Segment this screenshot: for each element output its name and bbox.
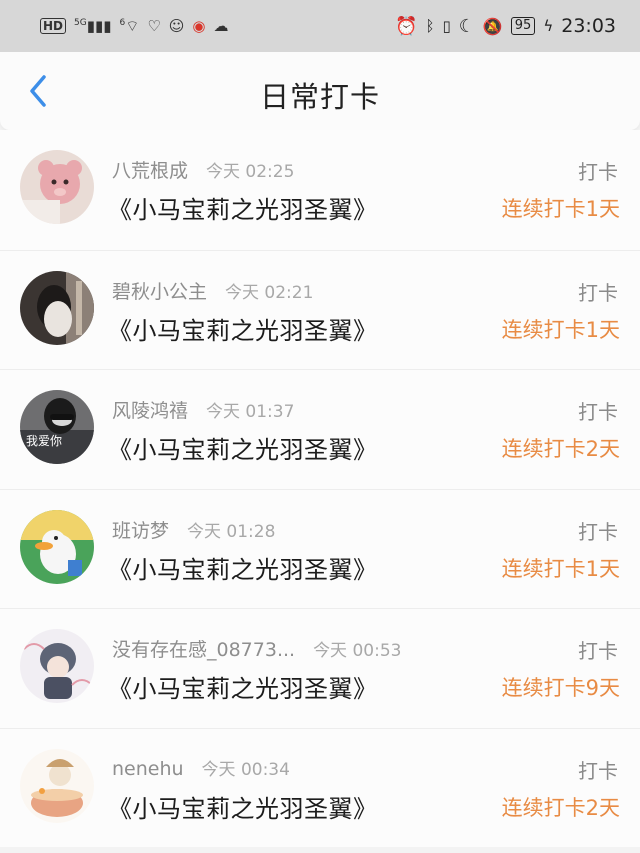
list-item[interactable]: nenehu 今天 00:34 《小马宝莉之光羽圣翼》 打卡 连续打卡2天 (0, 727, 640, 847)
avatar[interactable] (20, 748, 94, 823)
checkin-label: 打卡 (578, 160, 618, 184)
checkin-label: 打卡 (578, 280, 618, 305)
book-title[interactable]: 《小马宝莉之光羽圣翼》 (108, 669, 378, 704)
list-item[interactable]: 我爱你 风陵鸿禧 今天 01:37 《小马宝莉之光羽圣翼》 打卡 连续打卡2天 (0, 369, 640, 489)
book-title[interactable]: 《小马宝莉之光羽圣翼》 (108, 311, 378, 346)
list-item[interactable]: 班访梦 今天 01:28 《小马宝莉之光羽圣翼》 打卡 连续打卡1天 (0, 488, 640, 608)
clock: 23:03 (561, 15, 616, 37)
book-title[interactable]: 《小马宝莉之光羽圣翼》 (108, 430, 378, 465)
streak-label: 连续打卡1天 (501, 556, 620, 581)
avatar-caption: 我爱你 (26, 434, 63, 448)
status-bar: HD 5G▮▮▮ 6⌔ ♡ ☺ ◉ ☁ ⏰ ᛒ ▯ ☾ 🔕 95 ϟ 23:03 (0, 0, 640, 52)
username[interactable]: 没有存在感_08773... (112, 635, 295, 662)
status-right-icons: ⏰ ᛒ ▯ ☾ 🔕 95 ϟ 23:03 (395, 15, 616, 37)
checkin-label: 打卡 (578, 758, 618, 783)
weibo-icon: ◉ (192, 17, 206, 35)
username[interactable]: nenehu (112, 758, 184, 780)
list-item[interactable]: 没有存在感_08773... 今天 00:53 《小马宝莉之光羽圣翼》 打卡 连… (0, 608, 640, 728)
signal-5g-icon: 5G▮▮▮ (74, 17, 112, 35)
avatar[interactable]: 我爱你 (20, 390, 94, 464)
book-title[interactable]: 《小马宝莉之光羽圣翼》 (108, 550, 378, 585)
checkin-label: 打卡 (578, 519, 618, 544)
checkin-label: 打卡 (578, 639, 618, 663)
streak-label: 连续打卡9天 (501, 676, 620, 700)
page-title: 日常打卡 (259, 80, 380, 114)
checkin-time: 今天 02:25 (206, 162, 295, 182)
moon-icon: ☾ (458, 15, 475, 37)
avatar[interactable] (20, 629, 94, 703)
checkin-time: 今天 02:21 (225, 282, 314, 303)
book-title[interactable]: 《小马宝莉之光羽圣翼》 (108, 190, 378, 225)
checkin-time: 今天 00:53 (313, 641, 402, 661)
checkin-time: 今天 00:34 (201, 759, 290, 780)
avatar[interactable] (20, 150, 94, 224)
username[interactable]: 碧秋小公主 (112, 277, 207, 304)
list-item[interactable]: 八荒根成 今天 02:25 《小马宝莉之光羽圣翼》 打卡 连续打卡1天 (0, 130, 640, 250)
streak-label: 连续打卡1天 (501, 317, 620, 342)
streak-label: 连续打卡2天 (501, 795, 620, 820)
battery-indicator: 95 (510, 17, 536, 35)
checkin-time: 今天 01:37 (206, 402, 295, 422)
mute-icon: 🔕 (482, 16, 503, 36)
status-left-icons: HD 5G▮▮▮ 6⌔ ♡ ☺ ◉ ☁ (40, 17, 229, 36)
qq-icon: ☺ (168, 17, 185, 35)
username[interactable]: 八荒根成 (112, 156, 188, 183)
streak-label: 连续打卡2天 (501, 437, 620, 461)
bluetooth-icon: ᛒ (425, 17, 435, 35)
charging-icon: ϟ (543, 17, 554, 35)
header: 日常打卡 (0, 52, 640, 130)
checkin-list: 八荒根成 今天 02:25 《小马宝莉之光羽圣翼》 打卡 连续打卡1天 碧秋小公… (0, 130, 640, 847)
username[interactable]: 风陵鸿禧 (112, 396, 188, 423)
alarm-icon: ⏰ (395, 15, 418, 37)
hd-badge: HD (40, 18, 67, 34)
signal-icon: 6⌔ (119, 16, 140, 35)
checkin-time: 今天 01:28 (187, 521, 276, 542)
list-item[interactable]: 碧秋小公主 今天 02:21 《小马宝莉之光羽圣翼》 打卡 连续打卡1天 (0, 249, 640, 369)
wechat-icon: ☁ (213, 17, 229, 35)
username[interactable]: 班访梦 (112, 516, 169, 543)
avatar[interactable] (20, 270, 94, 345)
avatar[interactable] (20, 509, 94, 584)
checkin-label: 打卡 (578, 400, 618, 424)
streak-label: 连续打卡1天 (501, 197, 620, 221)
book-title[interactable]: 《小马宝莉之光羽圣翼》 (108, 789, 378, 824)
heart-icon: ♡ (147, 17, 161, 35)
vibrate-icon: ▯ (442, 17, 451, 35)
